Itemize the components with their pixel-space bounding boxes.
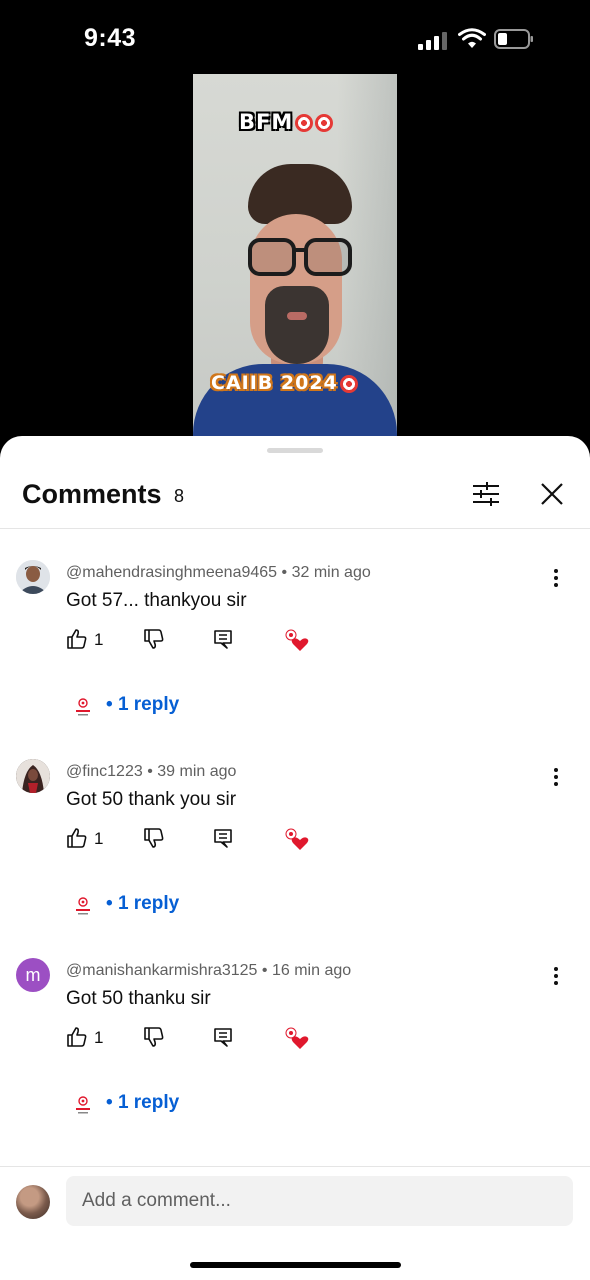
filter-icon[interactable] (468, 476, 504, 512)
comment-meta: @manishankarmishra3125 • 16 min ago (66, 962, 352, 979)
battery-icon (494, 29, 533, 49)
home-indicator[interactable] (190, 1262, 401, 1268)
reply-icon[interactable] (212, 827, 234, 849)
more-vert-icon[interactable] (546, 763, 566, 791)
reply-icon[interactable] (212, 1026, 234, 1048)
comments-header: Comments 8 (0, 466, 590, 529)
avatar[interactable]: m (16, 958, 50, 992)
like-count: 1 (94, 1028, 104, 1047)
like-count: 1 (94, 630, 104, 649)
thumb-down-icon[interactable] (143, 1026, 165, 1048)
close-icon[interactable] (534, 476, 570, 512)
comments-sheet: Comments 8 @mahendrasinghmeena9465 • 32 … (0, 436, 590, 1280)
wifi-icon (458, 28, 486, 48)
user-photo-icon (16, 560, 50, 594)
heart-icon (285, 1027, 309, 1049)
add-comment-input[interactable] (66, 1176, 573, 1226)
comment-author[interactable]: @manishankarmishra3125 (66, 962, 257, 979)
thumb-down-icon[interactable] (143, 628, 165, 650)
avatar[interactable] (16, 759, 50, 793)
creator-avatar-icon (70, 694, 96, 720)
comment-time: 32 min ago (291, 564, 371, 581)
thumb-up-icon[interactable] (66, 1026, 88, 1048)
comment-text: Got 57... thankyou sir (66, 590, 247, 611)
video-player[interactable]: BFM CAIIB 2024 (193, 74, 397, 438)
status-bar: 9:43 (0, 0, 590, 80)
target-icon (315, 114, 334, 132)
thumb-up-icon[interactable] (66, 827, 88, 849)
comment-time: 16 min ago (271, 962, 352, 979)
view-replies-link[interactable]: • 1 reply (106, 893, 179, 915)
heart-icon (285, 629, 309, 651)
status-time: 9:43 (84, 24, 137, 52)
comment-actions: 1 (66, 1026, 366, 1054)
comment-author[interactable]: @finc1223 (66, 763, 143, 780)
video-person-glasses (248, 238, 352, 276)
comment-item: @mahendrasinghmeena9465 • 32 min ago Got… (0, 560, 590, 750)
target-icon (295, 114, 314, 132)
more-vert-icon[interactable] (546, 564, 566, 592)
comment-actions: 1 (66, 827, 366, 855)
video-overlay-title: BFM (239, 110, 334, 134)
replies-row[interactable]: • 1 reply (70, 891, 270, 921)
comment-text: Got 50 thanku sir (66, 988, 211, 1009)
replies-row[interactable]: • 1 reply (70, 1090, 270, 1120)
heart-icon (285, 828, 309, 850)
creator-avatar-icon (70, 893, 96, 919)
like-count: 1 (94, 829, 104, 848)
comment-author[interactable]: @mahendrasinghmeena9465 (66, 564, 277, 581)
creator-avatar-icon (70, 1092, 96, 1118)
avatar (16, 1185, 50, 1219)
target-icon (339, 374, 358, 393)
comment-meta: @finc1223 • 39 min ago (66, 763, 237, 780)
comment-actions: 1 (66, 628, 366, 656)
thumb-down-icon[interactable] (143, 827, 165, 849)
comment-item: @finc1223 • 39 min ago Got 50 thank you … (0, 759, 590, 949)
comments-title: Comments (22, 479, 162, 509)
comment-meta: @mahendrasinghmeena9465 • 32 min ago (66, 564, 371, 581)
user-photo-icon (16, 759, 50, 793)
more-vert-icon[interactable] (546, 962, 566, 990)
comment-time: 39 min ago (157, 763, 237, 780)
reply-icon[interactable] (212, 628, 234, 650)
avatar[interactable] (16, 560, 50, 594)
replies-row[interactable]: • 1 reply (70, 692, 270, 722)
drag-handle[interactable] (267, 448, 323, 453)
comment-text: Got 50 thank you sir (66, 789, 237, 810)
video-overlay-caption: CAIIB 2024 (211, 372, 358, 394)
comment-item: m @manishankarmishra3125 • 16 min ago Go… (0, 958, 590, 1148)
comment-composer (0, 1166, 590, 1237)
comments-count: 8 (174, 486, 185, 506)
cellular-signal-icon (418, 32, 450, 50)
view-replies-link[interactable]: • 1 reply (106, 694, 179, 716)
thumb-up-icon[interactable] (66, 628, 88, 650)
view-replies-link[interactable]: • 1 reply (106, 1092, 179, 1114)
